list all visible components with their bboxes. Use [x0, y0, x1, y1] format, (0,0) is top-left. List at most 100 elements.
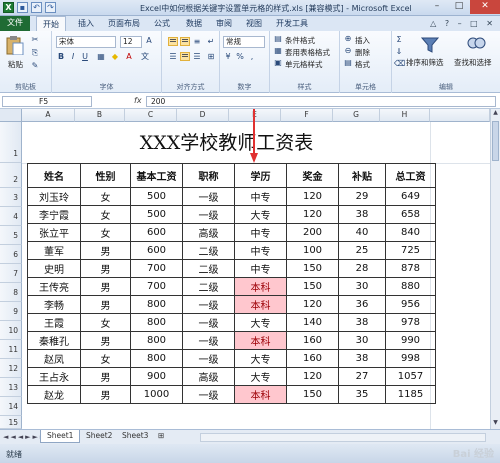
table-cell[interactable]: 38 [338, 205, 386, 224]
table-cell[interactable]: 900 [130, 367, 183, 386]
table-cell[interactable]: 男 [80, 367, 131, 386]
row-header-1[interactable]: 1 [0, 122, 22, 163]
table-cell[interactable]: 男 [80, 331, 131, 350]
conditional-format-button[interactable]: 条件格式 [285, 35, 315, 46]
table-cell[interactable]: 150 [286, 385, 339, 404]
table-format-icon[interactable]: ▦ [273, 46, 283, 56]
table-cell[interactable]: 女 [80, 205, 131, 224]
grow-font-icon[interactable]: A [144, 36, 154, 46]
table-cell[interactable]: 史明 [27, 259, 81, 278]
scroll-up-icon[interactable]: ▲ [491, 109, 500, 119]
header-cell[interactable]: 姓名 [27, 163, 81, 188]
formula-input[interactable]: 200 [146, 96, 496, 107]
wrap-text-icon[interactable]: ↵ [206, 37, 216, 47]
conditional-format-icon[interactable]: ▤ [273, 34, 283, 44]
header-cell[interactable]: 基本工资 [130, 163, 183, 188]
phonetic-icon[interactable]: 文 [140, 52, 150, 62]
new-sheet-icon[interactable]: ⊞ [152, 430, 170, 443]
row-header-4[interactable]: 4 [0, 207, 22, 226]
header-cell[interactable]: 奖金 [286, 163, 339, 188]
column-header-c[interactable]: C [125, 109, 177, 122]
table-cell[interactable]: 王霞 [27, 313, 81, 332]
table-cell[interactable]: 990 [385, 331, 436, 350]
table-cell[interactable]: 38 [338, 349, 386, 368]
table-cell[interactable]: 120 [286, 205, 339, 224]
header-cell[interactable]: 职称 [182, 163, 235, 188]
scroll-thumb[interactable] [492, 121, 499, 161]
table-cell[interactable]: 120 [286, 187, 339, 206]
table-cell[interactable]: 男 [80, 259, 131, 278]
font-name-select[interactable]: 宋体 [56, 36, 116, 48]
table-cell[interactable]: 一级 [182, 313, 235, 332]
save-icon[interactable]: ▪ [17, 2, 28, 13]
table-format-button[interactable]: 套用表格格式 [285, 47, 330, 58]
table-cell[interactable]: 赵龙 [27, 385, 81, 404]
table-cell[interactable]: 30 [338, 277, 386, 296]
cut-icon[interactable]: ✂ [30, 35, 40, 45]
table-cell[interactable]: 一级 [182, 385, 235, 404]
table-cell[interactable]: 王占永 [27, 367, 81, 386]
sheet-tab-sheet3[interactable]: Sheet3 [116, 430, 154, 443]
align-middle-icon[interactable] [180, 37, 190, 46]
table-cell[interactable]: 男 [80, 277, 131, 296]
table-cell[interactable]: 男 [80, 295, 131, 314]
table-cell[interactable]: 25 [338, 241, 386, 260]
merge-center-icon[interactable]: ⊞ [206, 52, 216, 62]
table-cell[interactable]: 二级 [182, 241, 235, 260]
table-cell[interactable]: 200 [286, 223, 339, 242]
table-cell[interactable]: 1000 [130, 385, 183, 404]
table-cell[interactable]: 725 [385, 241, 436, 260]
column-header-a[interactable]: A [22, 109, 75, 122]
find-select-icon[interactable] [466, 35, 486, 55]
table-cell[interactable]: 高级 [182, 223, 235, 242]
table-cell[interactable]: 女 [80, 223, 131, 242]
function-icon[interactable]: fx [134, 96, 142, 105]
minimize-icon[interactable]: – [426, 0, 448, 14]
table-cell[interactable]: 大专 [234, 349, 287, 368]
align-center-icon[interactable] [180, 52, 190, 61]
table-cell[interactable]: 张立平 [27, 223, 81, 242]
tab-page-layout[interactable]: 页面布局 [108, 18, 140, 29]
redo-icon[interactable]: ↷ [45, 2, 56, 13]
column-header-h[interactable]: H [380, 109, 430, 122]
table-cell[interactable]: 本科 [234, 295, 287, 314]
row-header-8[interactable]: 8 [0, 283, 22, 302]
table-cell[interactable]: 120 [286, 295, 339, 314]
table-cell[interactable]: 二级 [182, 277, 235, 296]
row-header-11[interactable]: 11 [0, 340, 22, 359]
tab-formulas[interactable]: 公式 [154, 18, 170, 29]
cell-style-button[interactable]: 单元格样式 [285, 59, 323, 70]
sort-filter-button[interactable]: 排序和筛选 [406, 57, 444, 68]
align-right-icon[interactable]: ☰ [192, 52, 202, 62]
table-cell[interactable]: 李宁霞 [27, 205, 81, 224]
row-header-12[interactable]: 12 [0, 359, 22, 378]
table-cell[interactable]: 本科 [234, 331, 287, 350]
table-cell[interactable]: 100 [286, 241, 339, 260]
table-cell[interactable]: 王传亮 [27, 277, 81, 296]
table-cell[interactable]: 赵凤 [27, 349, 81, 368]
row-header-3[interactable]: 3 [0, 188, 22, 207]
cell-style-icon[interactable]: ▣ [273, 58, 283, 68]
table-cell[interactable]: 二级 [182, 259, 235, 278]
table-cell[interactable]: 160 [286, 331, 339, 350]
tab-home[interactable]: 开始 [36, 16, 66, 31]
table-cell[interactable]: 29 [338, 187, 386, 206]
table-cell[interactable]: 1185 [385, 385, 436, 404]
column-header-g[interactable]: G [333, 109, 380, 122]
table-cell[interactable]: 中专 [234, 187, 287, 206]
table-cell[interactable]: 大专 [234, 205, 287, 224]
table-cell[interactable]: 150 [286, 277, 339, 296]
percent-icon[interactable]: % [235, 52, 245, 62]
paste-label[interactable]: 粘贴 [8, 59, 23, 70]
delete-cells-icon[interactable]: ⊖ [343, 46, 353, 56]
scroll-down-icon[interactable]: ▼ [491, 419, 500, 429]
table-cell[interactable]: 998 [385, 349, 436, 368]
vertical-scrollbar[interactable]: ▲ ▼ [490, 109, 500, 429]
table-cell[interactable]: 36 [338, 295, 386, 314]
table-cell[interactable]: 978 [385, 313, 436, 332]
row-header-13[interactable]: 13 [0, 378, 22, 397]
table-cell[interactable]: 高级 [182, 367, 235, 386]
table-cell[interactable]: 大专 [234, 313, 287, 332]
table-cell[interactable]: 一级 [182, 187, 235, 206]
table-cell[interactable]: 800 [130, 295, 183, 314]
